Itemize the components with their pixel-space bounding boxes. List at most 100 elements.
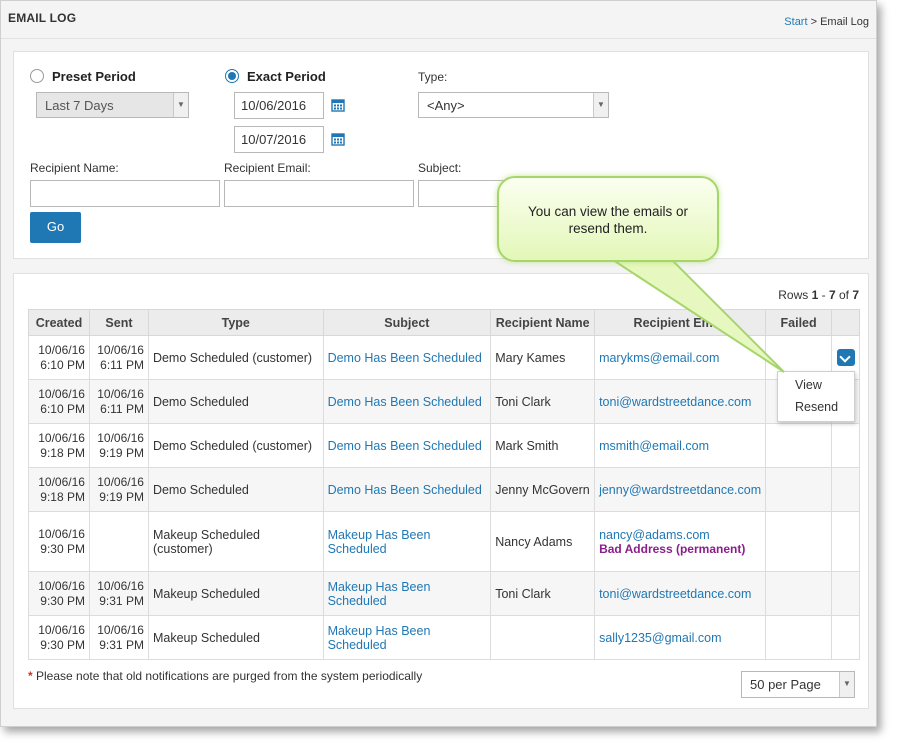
sent-cell: 10/06/16 9:31 PM: [88, 571, 149, 616]
created-date: 10/06/16: [38, 474, 85, 489]
recipient-name-input[interactable]: [30, 180, 220, 207]
recipient-email-link[interactable]: toni@wardstreetdance.com: [599, 395, 761, 409]
type-select[interactable]: <Any> ▼: [418, 92, 609, 118]
menu-item-view[interactable]: View: [795, 378, 822, 392]
chevron-down-icon: ▼: [173, 93, 188, 117]
created-date: 10/06/16: [38, 578, 85, 593]
created-cell: 10/06/16 9:18 PM: [28, 423, 90, 468]
filter-panel: Preset Period Last 7 Days ▼ Exact Period…: [13, 51, 869, 259]
recipient-name-cell: Mary Kames: [490, 335, 596, 380]
failed-cell: [765, 615, 833, 660]
exact-period-radio[interactable]: [225, 69, 239, 83]
recipient-email-link[interactable]: sally1235@gmail.com: [599, 631, 761, 645]
recipient-email-input[interactable]: [224, 180, 414, 207]
created-date: 10/06/16: [38, 622, 85, 637]
created-cell: 10/06/16 9:30 PM: [28, 571, 90, 616]
subject-link[interactable]: Demo Has Been Scheduled: [322, 379, 492, 424]
recipient-email-link[interactable]: msmith@email.com: [599, 439, 761, 453]
subject-link[interactable]: Demo Has Been Scheduled: [322, 467, 492, 512]
sent-cell: 10/06/16 9:31 PM: [88, 615, 149, 660]
column-header-failed[interactable]: Failed: [765, 309, 833, 336]
column-header-type[interactable]: Type: [147, 309, 324, 336]
type-cell: Makeup Scheduled (customer): [147, 511, 324, 572]
preset-period-radio[interactable]: [30, 69, 44, 83]
row-actions-menu: View Resend: [777, 371, 855, 422]
created-cell: 10/06/16 6:10 PM: [28, 335, 90, 380]
actions-cell: [831, 571, 860, 616]
calendar-icon[interactable]: [331, 132, 345, 146]
recipient-email-link[interactable]: marykms@email.com: [599, 351, 761, 365]
sent-date: 10/06/16: [97, 578, 144, 593]
subject-link[interactable]: Demo Has Been Scheduled: [322, 335, 492, 380]
recipient-name-cell: Jenny McGovern: [490, 467, 596, 512]
subject-link[interactable]: Makeup Has Been Scheduled: [322, 511, 492, 572]
type-cell: Demo Scheduled (customer): [147, 423, 324, 468]
recipient-email-link[interactable]: jenny@wardstreetdance.com: [599, 483, 761, 497]
type-cell: Makeup Scheduled: [147, 615, 324, 660]
row-actions-dropdown-button[interactable]: [837, 349, 855, 366]
created-date: 10/06/16: [38, 342, 85, 357]
recipient-email-cell: jenny@wardstreetdance.com: [594, 467, 767, 512]
go-button[interactable]: Go: [30, 212, 81, 243]
subject-link[interactable]: Makeup Has Been Scheduled: [322, 571, 492, 616]
created-time: 9:30 PM: [40, 593, 85, 608]
footnote-text: Please note that old notifications are p…: [32, 669, 423, 683]
column-header-recipient-email[interactable]: Recipient Email: [594, 309, 767, 336]
sent-time: 9:31 PM: [99, 637, 144, 652]
breadcrumb: Start > Email Log: [784, 16, 869, 28]
actions-cell: [831, 467, 860, 512]
menu-item-resend[interactable]: Resend: [795, 400, 838, 414]
recipient-name-cell: Toni Clark: [490, 379, 596, 424]
table-row: 10/06/16 6:10 PM 10/06/16 6:11 PM Demo Sched…: [28, 379, 860, 424]
breadcrumb-current: Email Log: [820, 16, 869, 28]
chevron-down-icon: ▼: [593, 93, 608, 117]
start-date-input[interactable]: 10/06/2016: [234, 92, 324, 119]
per-page-select[interactable]: 50 per Page ▼: [741, 671, 855, 698]
breadcrumb-start-link[interactable]: Start: [784, 16, 807, 28]
preset-period-value: Last 7 Days: [45, 98, 114, 113]
sent-date: 10/06/16: [97, 622, 144, 637]
rows-prefix: Rows: [778, 288, 812, 302]
table-row: 10/06/16 9:30 PM 10/06/16 9:31 PM Makeup Sch…: [28, 571, 860, 616]
recipient-email-cell: msmith@email.com: [594, 423, 767, 468]
actions-cell: [831, 423, 860, 468]
recipient-name-cell: [490, 615, 596, 660]
recipient-email-link[interactable]: toni@wardstreetdance.com: [599, 587, 761, 601]
sent-time: 9:19 PM: [99, 489, 144, 504]
created-time: 9:30 PM: [40, 541, 85, 556]
column-header-sent[interactable]: Sent: [88, 309, 149, 336]
actions-cell: [831, 511, 860, 572]
preset-period-select: Last 7 Days ▼: [36, 92, 189, 118]
status-badge: Bad Address (permanent): [599, 541, 746, 556]
sent-cell: 10/06/16 9:19 PM: [88, 467, 149, 512]
recipient-name-cell: Nancy Adams: [490, 511, 596, 572]
calendar-icon[interactable]: [331, 98, 345, 112]
subject-label: Subject:: [418, 161, 462, 175]
subject-link[interactable]: Makeup Has Been Scheduled: [322, 615, 492, 660]
sent-time: 6:11 PM: [100, 357, 144, 372]
recipient-email-cell: toni@wardstreetdance.com: [594, 571, 767, 616]
created-time: 9:18 PM: [40, 489, 85, 504]
column-header-recipient-name[interactable]: Recipient Name: [490, 309, 596, 336]
created-cell: 10/06/16 9:30 PM: [28, 511, 90, 572]
type-value: <Any>: [427, 98, 465, 113]
rows-dash: -: [818, 288, 829, 302]
type-cell: Makeup Scheduled: [147, 571, 324, 616]
recipient-email-link[interactable]: nancy@adams.com: [599, 528, 761, 542]
recipient-email-cell: nancy@adams.com Bad Address (permanent): [594, 511, 767, 572]
end-date-input[interactable]: 10/07/2016: [234, 126, 324, 153]
page-title: EMAIL LOG: [8, 11, 77, 25]
created-cell: 10/06/16 9:30 PM: [28, 615, 90, 660]
actions-cell: [831, 615, 860, 660]
created-time: 6:10 PM: [40, 401, 85, 416]
column-header-created[interactable]: Created: [28, 309, 90, 336]
recipient-email-cell: marykms@email.com: [594, 335, 767, 380]
created-cell: 10/06/16 9:18 PM: [28, 467, 90, 512]
subject-link[interactable]: Demo Has Been Scheduled: [322, 423, 492, 468]
created-time: 9:18 PM: [40, 445, 85, 460]
recipient-name-label: Recipient Name:: [30, 161, 119, 175]
rows-total: 7: [852, 288, 859, 302]
column-header-subject[interactable]: Subject: [322, 309, 492, 336]
created-time: 9:30 PM: [40, 637, 85, 652]
type-cell: Demo Scheduled: [147, 467, 324, 512]
